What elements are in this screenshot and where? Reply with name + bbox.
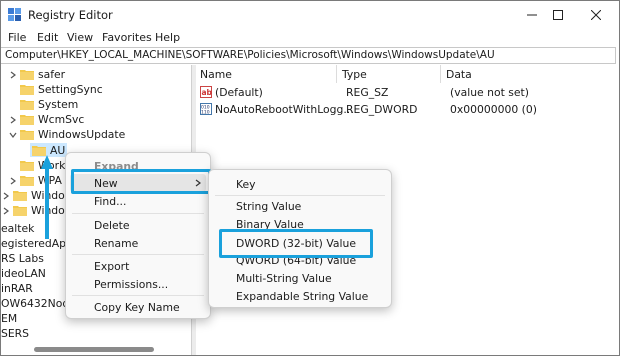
menu-bar: File Edit View Favorites Help xyxy=(1,29,619,47)
menu-edit[interactable]: Edit xyxy=(37,31,58,44)
dword-highlight-box xyxy=(219,229,373,258)
column-header-data[interactable]: Data xyxy=(446,68,472,81)
menu-file[interactable]: File xyxy=(8,31,26,44)
ctx-permissions[interactable]: Permissions... xyxy=(66,275,210,293)
tree-item-settingsync[interactable]: SettingSync xyxy=(20,82,103,97)
tree-item-srs-labs[interactable]: RS Labs xyxy=(1,251,44,266)
ctx-delete[interactable]: Delete xyxy=(66,216,210,234)
folder-icon xyxy=(20,175,34,186)
menu-help[interactable]: Help xyxy=(155,31,180,44)
ctx-export-label: Export xyxy=(94,259,130,273)
chevron-right-icon xyxy=(10,116,16,123)
tree-item-label: EM xyxy=(1,312,18,325)
tree-item-safer[interactable]: safer xyxy=(8,67,65,82)
tree-item-label: WcmSvc xyxy=(38,113,85,126)
menu-separator xyxy=(72,295,204,296)
tree-item-wcmsvc[interactable]: WcmSvc xyxy=(8,112,84,127)
submenu-string-value[interactable]: String Value xyxy=(209,197,391,215)
ctx-export[interactable]: Export xyxy=(66,257,210,275)
tree-item-label: RS Labs xyxy=(1,252,44,265)
column-separator[interactable] xyxy=(336,65,337,83)
horizontal-scrollbar-thumb[interactable] xyxy=(34,347,154,352)
submenu-multi-string-value[interactable]: Multi-String Value xyxy=(209,269,391,287)
tree-item-label: WindowsUpdate xyxy=(38,128,126,141)
submenu-key[interactable]: Key xyxy=(209,175,391,193)
chevron-right-icon xyxy=(10,71,16,78)
submenu-key-label: Key xyxy=(236,177,256,191)
submenu-string-value-label: String Value xyxy=(236,199,302,213)
ctx-rename-label: Rename xyxy=(94,236,139,250)
title-bar: Registry Editor xyxy=(1,1,619,29)
svg-text:110: 110 xyxy=(201,110,210,116)
ctx-permissions-label: Permissions... xyxy=(94,277,169,291)
folder-icon xyxy=(20,84,34,95)
menu-separator xyxy=(215,195,385,196)
svg-text:ab: ab xyxy=(202,88,213,97)
tree-item-wpa[interactable]: WPA xyxy=(8,173,62,188)
tree-item-realtek[interactable]: ealtek xyxy=(1,221,34,236)
tree-item-system[interactable]: System xyxy=(20,97,78,112)
menu-view[interactable]: View xyxy=(67,31,93,44)
value-name: NoAutoRebootWithLogg... xyxy=(215,102,354,116)
tree-item-system-hive[interactable]: EM xyxy=(1,311,17,326)
registry-editor-window: Registry Editor File Edit View Favorites… xyxy=(0,0,620,356)
tree-item-windowsupdate[interactable]: WindowsUpdate xyxy=(8,127,125,142)
value-name: (Default) xyxy=(215,85,263,99)
folder-icon xyxy=(20,99,34,110)
folder-icon xyxy=(20,114,34,125)
close-button[interactable] xyxy=(573,1,619,29)
new-highlight-box xyxy=(71,169,211,194)
arrow-up-annotation-icon xyxy=(41,155,53,239)
string-value-icon: ab xyxy=(200,86,212,98)
value-data: 0x00000000 (0) xyxy=(450,102,537,116)
tree-item-winrar[interactable]: inRAR xyxy=(1,281,33,296)
tree-item-videolan[interactable]: ideoLAN xyxy=(1,266,46,281)
ctx-delete-label: Delete xyxy=(94,218,130,232)
chevron-right-icon xyxy=(3,207,9,214)
close-icon xyxy=(591,10,601,20)
column-header-type[interactable]: Type xyxy=(342,68,367,81)
tree-item-users[interactable]: SERS xyxy=(1,326,29,341)
value-data: (value not set) xyxy=(450,85,529,99)
menu-separator xyxy=(72,213,204,214)
chevron-right-icon xyxy=(10,177,16,184)
maximize-icon xyxy=(553,10,563,20)
tree-item-label: ealtek xyxy=(1,222,35,235)
submenu-expandable-string-value-label: Expandable String Value xyxy=(236,289,369,303)
tree-item-label: SettingSync xyxy=(38,83,103,96)
ctx-copy-key-name[interactable]: Copy Key Name xyxy=(66,298,210,316)
column-header-name[interactable]: Name xyxy=(200,68,232,81)
value-row-default[interactable]: ab (Default) REG_SZ (value not set) xyxy=(200,84,529,100)
value-row-noautoreboot[interactable]: 010 110 NoAutoRebootWithLogg... REG_DWORD… xyxy=(200,101,537,117)
folder-icon xyxy=(20,160,34,171)
open-folder-icon xyxy=(20,129,34,140)
chevron-down-icon xyxy=(9,132,17,138)
submenu-expandable-string-value[interactable]: Expandable String Value xyxy=(209,287,391,305)
folder-icon xyxy=(13,205,27,216)
column-separator[interactable] xyxy=(440,65,441,83)
menu-separator xyxy=(72,254,204,255)
ctx-rename[interactable]: Rename xyxy=(66,234,210,252)
menu-favorites[interactable]: Favorites xyxy=(102,31,152,44)
address-path: Computer\HKEY_LOCAL_MACHINE\SOFTWARE\Pol… xyxy=(5,49,495,61)
folder-icon xyxy=(20,69,34,80)
address-bar[interactable]: Computer\HKEY_LOCAL_MACHINE\SOFTWARE\Pol… xyxy=(1,47,616,64)
tree-item-label: inRAR xyxy=(1,282,33,295)
tree-item-label: safer xyxy=(38,68,66,81)
submenu-multi-string-value-label: Multi-String Value xyxy=(236,271,332,285)
chevron-right-icon xyxy=(3,192,9,199)
value-type: REG_DWORD xyxy=(346,102,418,116)
tree-item-label: SERS xyxy=(1,327,30,340)
value-type: REG_SZ xyxy=(346,85,389,99)
folder-icon xyxy=(13,190,27,201)
tree-item-label: ideoLAN xyxy=(1,267,46,280)
tree-item-label: System xyxy=(38,98,79,111)
ctx-find-label: Find... xyxy=(94,194,127,208)
ctx-find[interactable]: Find... xyxy=(66,192,210,210)
registry-editor-app-icon xyxy=(8,8,22,22)
ctx-copy-key-name-label: Copy Key Name xyxy=(94,300,180,314)
binary-value-icon: 010110 xyxy=(200,103,212,115)
window-title: Registry Editor xyxy=(28,8,113,22)
